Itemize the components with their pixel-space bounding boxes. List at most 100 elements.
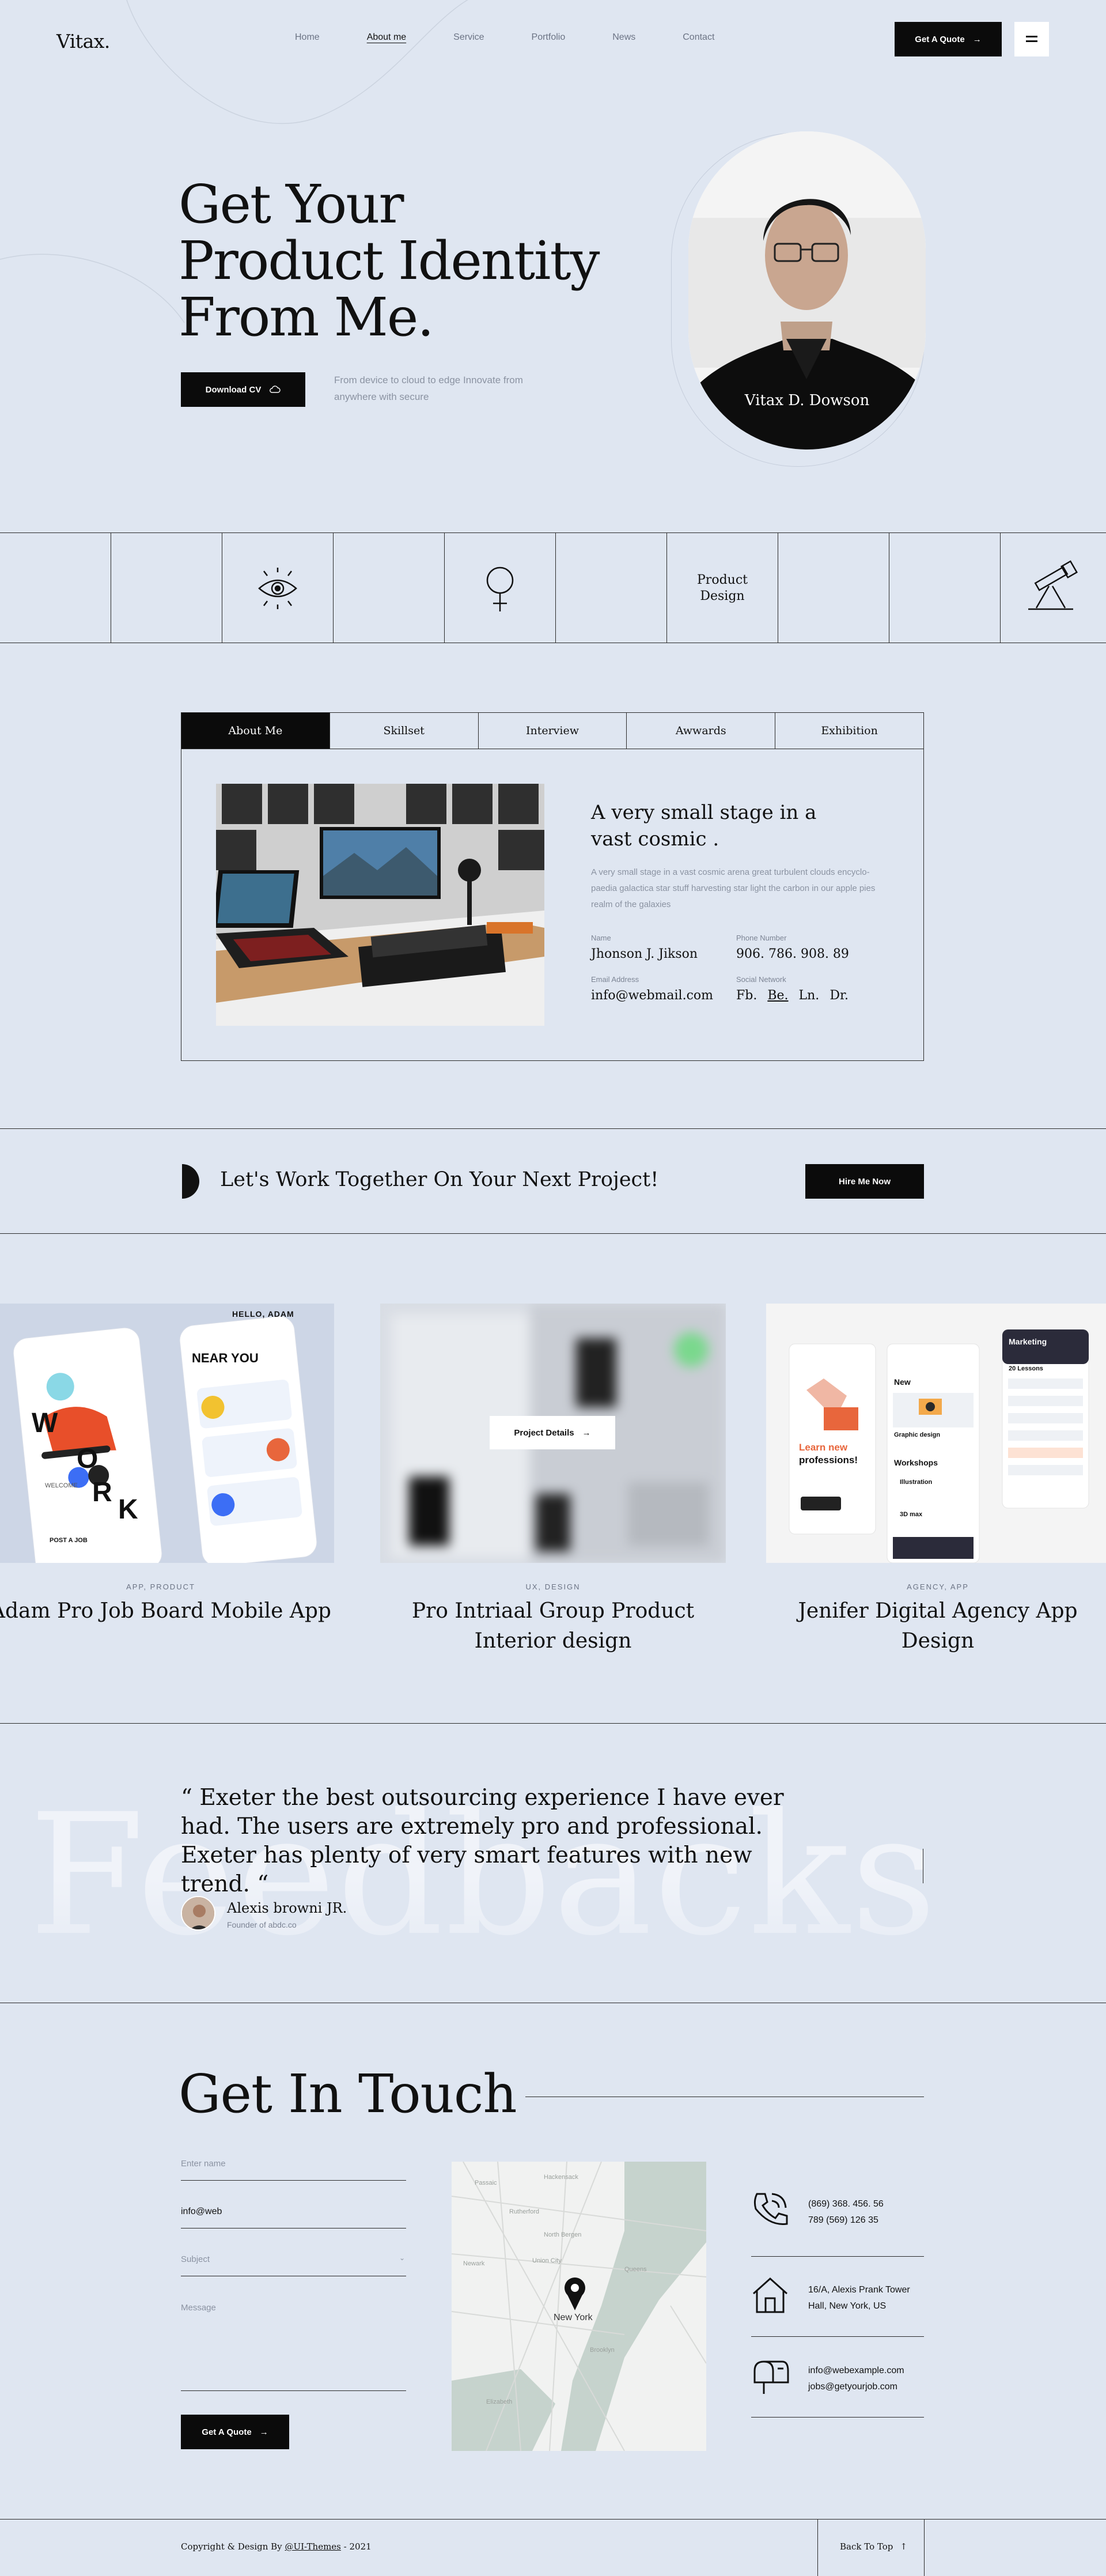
submit-quote-button[interactable]: Get A Quote →	[181, 2415, 289, 2449]
svg-text:Passaic: Passaic	[475, 2180, 497, 2186]
learn-new-text: Learn new	[799, 1442, 848, 1453]
about-heading: A very small stage in a vast cosmic .	[591, 801, 817, 851]
tab-about-me[interactable]: About Me	[181, 713, 330, 749]
divider	[751, 2417, 924, 2418]
copyright: Copyright & Design By @UI-Themes - 2021	[181, 2541, 372, 2552]
map[interactable]: Passaic Hackensack Rutherford North Bergen…	[452, 2162, 706, 2451]
phone-label: Phone Number	[736, 934, 787, 942]
hamburger-menu-button[interactable]	[1014, 22, 1049, 56]
testimonial-quote: “ Exeter the best outsourcing experience…	[181, 1785, 784, 1897]
author-avatar	[181, 1896, 215, 1931]
hero-title-line-1: Get Your	[179, 173, 404, 235]
svg-text:Union City: Union City	[532, 2257, 562, 2264]
marketing-label: Marketing	[1009, 1337, 1047, 1346]
email-info: info@webexample.com jobs@getyourjob.com	[808, 2363, 904, 2395]
phone-line-1[interactable]: (869) 368. 456. 56	[808, 2196, 884, 2212]
strip-cell	[778, 533, 889, 643]
copyright-suffix: - 2021	[340, 2541, 372, 2552]
portfolio-image-2[interactable]: Project Details →	[380, 1304, 726, 1563]
arrow-right-icon: →	[972, 34, 982, 44]
app-post-job: POST A JOB	[50, 1537, 88, 1544]
svg-text:Hackensack: Hackensack	[544, 2174, 578, 2181]
name-input-underline	[181, 2180, 406, 2181]
app-greeting: HELLO, ADAM	[232, 1309, 294, 1319]
strip-cell	[556, 533, 667, 643]
strip-cell	[111, 533, 222, 643]
hero-subtitle: From device to cloud to edge Innovate fr…	[334, 375, 523, 402]
eye-icon	[258, 568, 297, 609]
chevron-down-icon[interactable]: ⌄	[399, 2254, 405, 2262]
name-value: Jhonson J. Jikson	[591, 947, 698, 961]
hire-me-now-button[interactable]: Hire Me Now	[805, 1164, 924, 1199]
portfolio-image-3[interactable]: Learn new professions! New Graphic desig…	[766, 1304, 1106, 1563]
tab-interview[interactable]: Interview	[479, 713, 627, 749]
social-links: Fb. Be. Ln. Dr.	[736, 988, 849, 1003]
nav-portfolio[interactable]: Portfolio	[532, 32, 566, 43]
tab-exhibition[interactable]: Exhibition	[775, 713, 923, 749]
back-to-top-button[interactable]: Back To Top ↑	[840, 2541, 907, 2552]
get-a-quote-header-button[interactable]: Get A Quote →	[895, 22, 1002, 56]
strip-cell	[889, 533, 1001, 643]
email-value[interactable]: info@webmail.com	[591, 988, 713, 1003]
house-icon	[752, 2277, 788, 2313]
workspace-illustration	[216, 784, 544, 1026]
workshops-label: Workshops	[894, 1458, 938, 1467]
strip-cell-venus	[445, 533, 556, 643]
name-field: Name Jhonson J. Jikson	[591, 934, 698, 961]
about-body: A very small stage in a vast cosmic aren…	[591, 867, 876, 909]
mailbox-icon	[753, 2360, 789, 2394]
hero-title: Get Your Product Identity From Me.	[179, 173, 600, 348]
workspace-photo	[216, 784, 544, 1026]
portfolio-title-3[interactable]: Jenifer Digital Agency App Design	[765, 1596, 1106, 1656]
social-field: Social Network Fb. Be. Ln. Dr.	[736, 975, 849, 1003]
author-name: Alexis browni JR.	[227, 1900, 347, 1916]
tab-skillset[interactable]: Skillset	[330, 713, 479, 749]
svg-text:North Bergen: North Bergen	[544, 2231, 581, 2238]
work-letter-o: O	[77, 1444, 99, 1474]
email-line-2[interactable]: jobs@getyourjob.com	[808, 2379, 904, 2395]
hero-title-line-3: From Me.	[179, 286, 434, 348]
strip-cell-eye	[222, 533, 334, 643]
back-to-top-label: Back To Top	[840, 2541, 893, 2552]
portrait-name: Vitax D. Dowson	[744, 392, 870, 409]
phone-line-2[interactable]: 789 (569) 126 35	[808, 2212, 884, 2228]
social-behance-link[interactable]: Be.	[767, 988, 788, 1003]
social-linkedin-link[interactable]: Ln.	[799, 988, 820, 1003]
app-welcome: WELCOME	[45, 1482, 78, 1489]
project-details-label: Project Details	[514, 1427, 574, 1438]
author-role: Founder of abdc.co	[227, 1920, 297, 1929]
portfolio-image-1[interactable]: HELLO, ADAM NEAR YOU W O R K WELCOME POS…	[0, 1304, 334, 1563]
name-input[interactable]: Enter name	[181, 2159, 226, 2169]
logo[interactable]: Vitax.	[56, 30, 110, 52]
email-line-1[interactable]: info@webexample.com	[808, 2363, 904, 2379]
nav-news[interactable]: News	[612, 32, 635, 43]
email-input[interactable]: info@web	[181, 2207, 222, 2217]
strip-cell	[334, 533, 445, 643]
nav-service[interactable]: Service	[453, 32, 484, 43]
strip-cell	[0, 533, 111, 643]
address-line-2: Hall, New York, US	[808, 2301, 887, 2311]
strip-cell-product-design: Product Design	[667, 533, 778, 643]
project-details-button[interactable]: Project Details →	[490, 1416, 615, 1449]
strip-cell-telescope	[1001, 533, 1106, 643]
nav-home[interactable]: Home	[295, 32, 320, 43]
svg-text:Elizabeth: Elizabeth	[486, 2399, 512, 2405]
social-facebook-link[interactable]: Fb.	[736, 988, 757, 1003]
download-cv-button[interactable]: Download CV	[181, 372, 305, 407]
phone-field: Phone Number 906. 786. 908. 89	[736, 934, 849, 961]
message-underline	[181, 2390, 406, 2391]
social-label: Social Network	[736, 975, 786, 984]
divider	[817, 2519, 818, 2576]
subject-select[interactable]: Subject	[181, 2254, 210, 2264]
social-dribbble-link[interactable]: Dr.	[830, 988, 849, 1003]
tab-awwards[interactable]: Awwards	[627, 713, 776, 749]
copyright-link[interactable]: @UI-Themes	[285, 2541, 340, 2552]
portfolio-title-1[interactable]: Adam Pro Job Board Mobile App	[0, 1596, 334, 1626]
message-textarea[interactable]: Message	[181, 2303, 216, 2313]
new-label: New	[894, 1377, 911, 1387]
nav-about-me[interactable]: About me	[367, 32, 406, 43]
hero-title-line-2: Product Identity	[179, 230, 600, 292]
portfolio-title-2[interactable]: Pro Intriaal Group Product Interior desi…	[380, 1596, 726, 1656]
nav-contact[interactable]: Contact	[683, 32, 714, 43]
portfolio-category-3: AGENCY, APP	[907, 1582, 969, 1591]
